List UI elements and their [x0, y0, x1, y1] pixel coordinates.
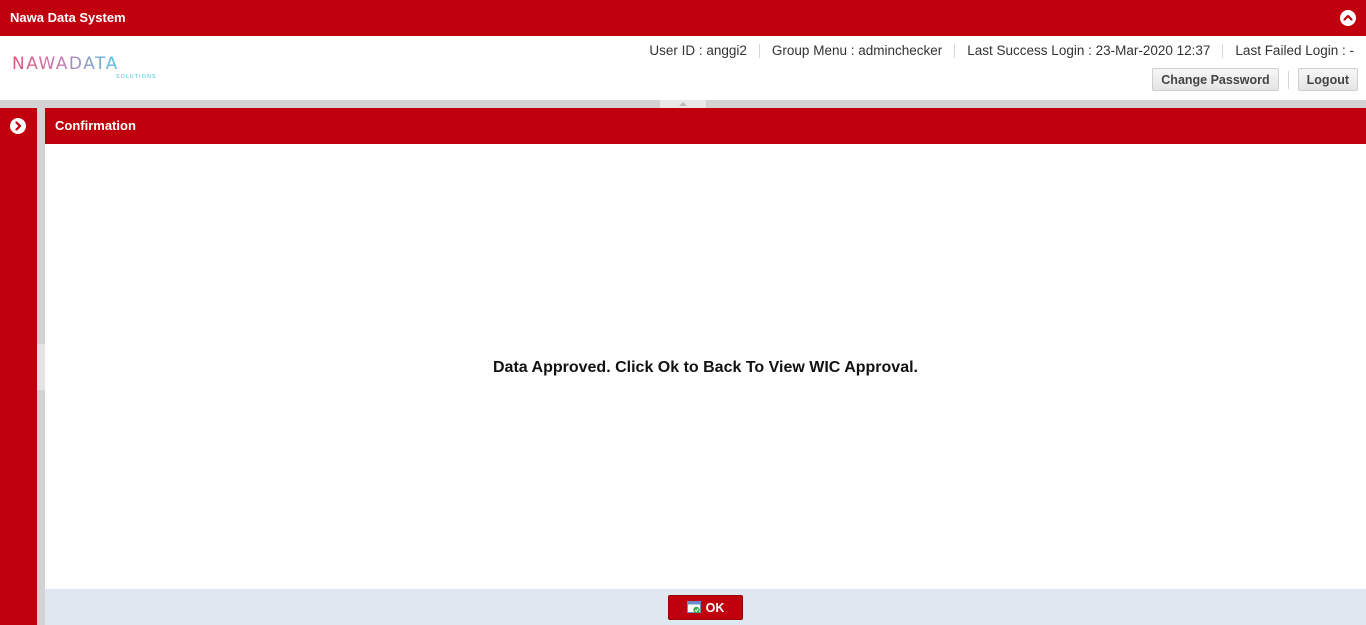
- header-splitter[interactable]: [0, 100, 1366, 108]
- confirmation-panel: Confirmation Data Approved. Click Ok to …: [45, 108, 1366, 625]
- app-header: Nawa Data System: [0, 0, 1366, 36]
- sidebar: [0, 108, 37, 625]
- svg-text:NAWADATA: NAWADATA: [12, 54, 119, 74]
- header-splitter-handle[interactable]: [660, 100, 706, 108]
- expand-sidebar-button[interactable]: [10, 118, 26, 134]
- panel-title: Confirmation: [55, 118, 136, 133]
- window-back-icon: [686, 601, 701, 614]
- company-logo: NAWADATA SOLUTIONS: [12, 54, 157, 80]
- change-password-button[interactable]: Change Password: [1152, 68, 1279, 91]
- sidebar-splitter-handle[interactable]: [37, 344, 45, 390]
- user-id-text: User ID : anggi2: [649, 43, 747, 58]
- app-title: Nawa Data System: [10, 10, 126, 25]
- actions-divider: [1287, 70, 1289, 89]
- panel-footer: OK: [45, 589, 1366, 625]
- sidebar-splitter[interactable]: [37, 108, 45, 625]
- group-menu-text: Group Menu : adminchecker: [758, 44, 954, 58]
- ok-button[interactable]: OK: [668, 595, 743, 620]
- svg-text:SOLUTIONS: SOLUTIONS: [116, 74, 157, 80]
- chevron-right-icon: [15, 121, 22, 131]
- user-info: User ID : anggi2 Group Menu : admincheck…: [637, 44, 1354, 58]
- user-toolbar: NAWADATA SOLUTIONS User ID : anggi2 Grou…: [0, 36, 1366, 100]
- confirmation-message: Data Approved. Click Ok to Back To View …: [493, 359, 918, 376]
- logout-button[interactable]: Logout: [1297, 68, 1358, 91]
- chevron-up-icon: [1343, 14, 1353, 21]
- panel-header: Confirmation: [45, 108, 1366, 144]
- last-failed-login-text: Last Failed Login : -: [1222, 44, 1354, 58]
- collapse-header-button[interactable]: [1340, 10, 1356, 26]
- last-success-login-text: Last Success Login : 23-Mar-2020 12:37: [954, 44, 1222, 58]
- account-actions: Change Password Logout: [1152, 68, 1358, 91]
- caret-up-icon: [679, 102, 687, 106]
- ok-button-label: OK: [705, 600, 725, 615]
